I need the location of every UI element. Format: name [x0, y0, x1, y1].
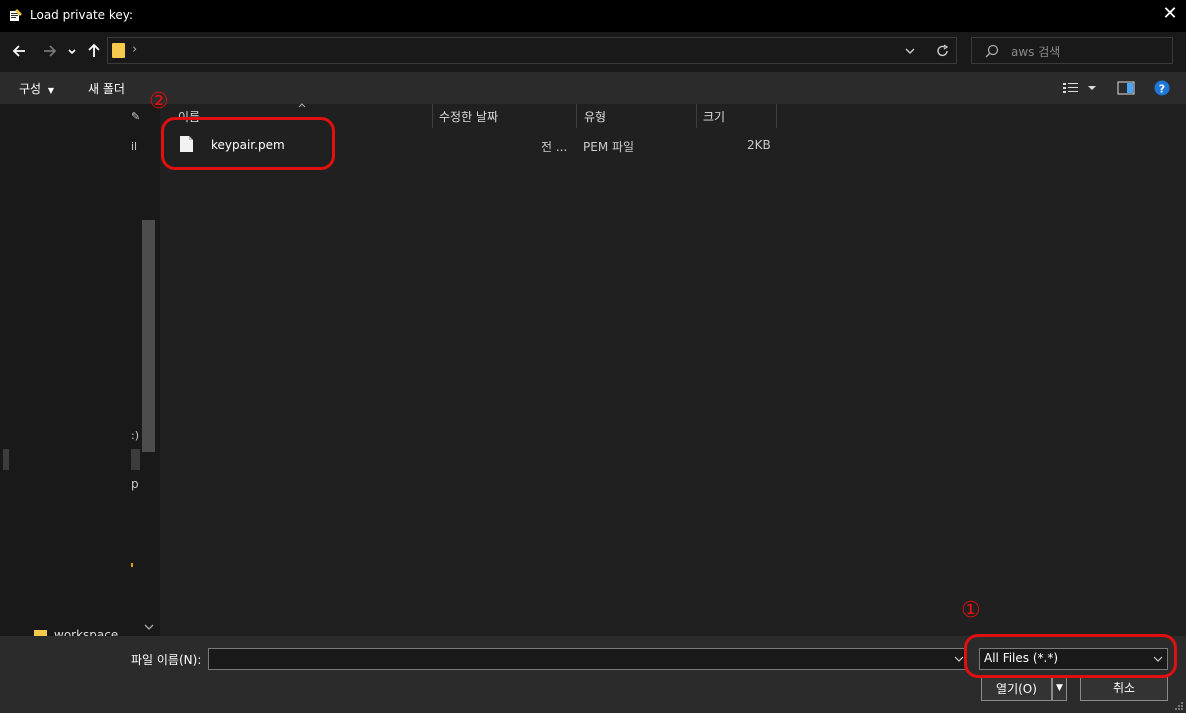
window-title: Load private key:: [30, 8, 134, 22]
cancel-button[interactable]: 취소: [1080, 676, 1168, 701]
address-dropdown-icon[interactable]: [903, 44, 917, 58]
forward-button[interactable]: [39, 41, 59, 61]
filename-input[interactable]: [208, 648, 966, 670]
help-icon[interactable]: ?: [1154, 80, 1170, 96]
annotation-highlight-file: [161, 117, 335, 170]
recent-locations-button[interactable]: [64, 41, 80, 61]
file-modified: 전 ...: [541, 140, 568, 154]
nav-item-fragment[interactable]: il: [131, 140, 137, 153]
chevron-down-icon: ▼: [47, 86, 55, 95]
file-list: [160, 104, 1186, 636]
annotation-highlight-filter: [964, 634, 1177, 678]
scrollbar-thumb[interactable]: [142, 220, 155, 452]
search-box[interactable]: [971, 37, 1173, 64]
column-header-date[interactable]: 수정한 날짜: [439, 108, 498, 125]
title-bar: [0, 0, 1186, 32]
file-type: PEM 파일: [583, 140, 635, 154]
chevron-down-icon[interactable]: [1087, 84, 1097, 92]
view-options-icon[interactable]: [1062, 81, 1080, 95]
chevron-down-icon: [68, 49, 76, 55]
column-header-type[interactable]: 유형: [584, 108, 606, 125]
chevron-down-icon: ▼: [1056, 683, 1063, 693]
back-button[interactable]: [10, 41, 30, 61]
up-button[interactable]: [84, 41, 104, 61]
nav-item-selection: [131, 449, 140, 470]
annotation-marker-1: ①: [961, 598, 981, 623]
organize-button[interactable]: 구성 ▼: [19, 80, 54, 97]
column-separator[interactable]: [576, 104, 577, 128]
new-folder-button[interactable]: 새 폴더: [88, 80, 125, 97]
nav-item-workspace[interactable]: workspace: [54, 628, 118, 636]
path-separator-icon[interactable]: ›: [132, 42, 137, 57]
hscroll-fragment: [3, 449, 9, 470]
open-button[interactable]: 열기(O): [981, 677, 1052, 701]
open-dropdown-button[interactable]: ▼: [1052, 677, 1067, 701]
search-icon: [985, 44, 999, 58]
file-size: 2KB: [747, 138, 771, 152]
svg-text:?: ?: [1159, 83, 1165, 96]
nav-item-fragment[interactable]: p: [131, 477, 139, 491]
close-icon[interactable]: ✕: [1160, 4, 1180, 24]
arrow-right-icon: [44, 45, 57, 57]
refresh-icon[interactable]: [935, 43, 951, 59]
column-separator[interactable]: [776, 104, 777, 128]
arrow-left-icon: [12, 45, 25, 57]
column-separator[interactable]: [432, 104, 433, 128]
filename-label: 파일 이름(N):: [131, 653, 202, 667]
address-bar[interactable]: [107, 37, 957, 64]
navigation-pane: [0, 104, 158, 636]
scroll-down-icon[interactable]: [143, 622, 155, 632]
command-toolbar: [0, 72, 1186, 104]
nav-item-marker: [131, 563, 133, 567]
nav-item-fragment[interactable]: :): [131, 429, 139, 442]
app-icon: [10, 9, 22, 21]
pin-icon: ✎: [131, 110, 141, 123]
folder-icon: [112, 43, 125, 58]
column-header-size[interactable]: 크기: [703, 108, 725, 125]
annotation-marker-2: ②: [149, 89, 169, 114]
column-separator[interactable]: [696, 104, 697, 128]
resize-grip-icon[interactable]: [1173, 700, 1184, 711]
search-placeholder[interactable]: aws 검색: [1011, 43, 1060, 60]
arrow-up-icon: [88, 43, 100, 57]
organize-label: 구성: [19, 82, 42, 96]
sort-ascending-icon: [298, 103, 306, 108]
preview-pane-icon[interactable]: [1117, 81, 1135, 95]
